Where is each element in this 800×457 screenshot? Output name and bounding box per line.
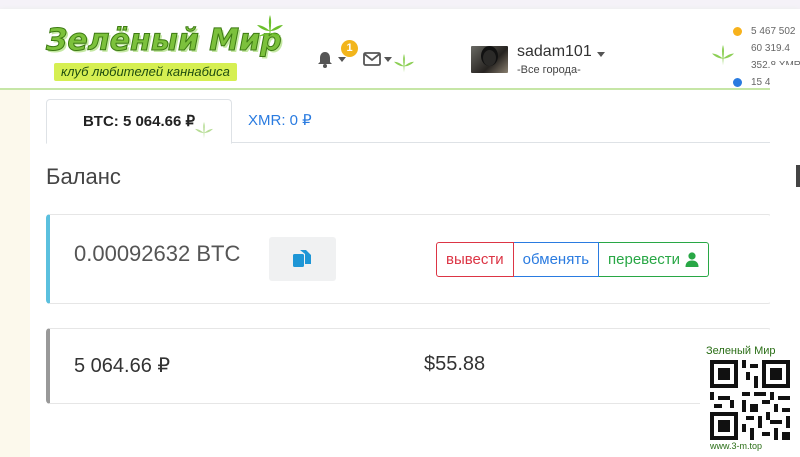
transfer-button-label: перевести <box>608 251 681 268</box>
logo-title: Зелёный Мир <box>46 23 283 59</box>
btc-balance-amount: 0.00092632 BTC <box>74 241 241 266</box>
logo-subtitle: клуб любителей каннабиса <box>54 63 237 81</box>
envelope-icon[interactable] <box>363 52 381 66</box>
page-title: Баланс <box>46 164 121 189</box>
cannabis-leaf-icon <box>394 54 414 73</box>
user-city: -Все города- <box>517 64 581 76</box>
rate-value: 5 467 502 <box>751 26 796 37</box>
main-content: BTC: 5 064.66 ₽ XMR: 0 ₽ Баланс 0.000926… <box>30 90 800 457</box>
cannabis-leaf-icon <box>257 15 283 39</box>
chevron-down-icon[interactable] <box>384 57 392 62</box>
rub-balance-amount: 5 064.66 ₽ <box>74 355 171 377</box>
username[interactable]: sadam101 <box>517 43 592 61</box>
balance-actions: вывести обменять перевести <box>436 242 710 277</box>
qr-title: Зеленый Мир <box>706 345 776 357</box>
side-panel-edge <box>796 165 800 187</box>
copy-icon <box>293 250 311 267</box>
notification-badge: 1 <box>341 40 358 57</box>
top-strip <box>0 0 800 9</box>
bell-icon[interactable] <box>317 51 333 68</box>
qr-watermark: Зеленый Мир www.3-m.top <box>700 345 800 457</box>
usd-balance-amount: $55.88 <box>424 353 486 375</box>
chevron-down-icon[interactable] <box>597 52 605 57</box>
site-logo[interactable]: Зелёный Мир клуб любителей каннабиса <box>46 15 286 85</box>
chevron-down-icon[interactable] <box>338 57 346 62</box>
qr-url: www.3-m.top <box>710 441 763 451</box>
right-gutter <box>770 65 800 367</box>
btc-coin-icon <box>733 27 742 36</box>
copy-button[interactable] <box>269 237 336 281</box>
fiat-balance-card: 5 064.66 ₽ $55.88 <box>46 328 772 404</box>
user-avatar[interactable] <box>471 46 508 73</box>
btc-balance-card: 0.00092632 BTC вывести обменять перевест… <box>46 214 772 304</box>
left-gutter <box>0 90 30 457</box>
m-coin-icon <box>733 78 742 87</box>
transfer-button[interactable]: перевести <box>599 242 710 277</box>
cannabis-leaf-icon <box>712 45 734 66</box>
withdraw-button[interactable]: вывести <box>436 242 514 277</box>
rate-value: 60 319.4 <box>751 43 790 54</box>
site-header: Зелёный Мир клуб любителей каннабиса 1 s… <box>0 9 800 90</box>
qr-code <box>710 360 790 440</box>
user-icon <box>685 252 699 267</box>
exchange-button[interactable]: обменять <box>513 242 600 277</box>
cannabis-leaf-icon <box>195 122 213 139</box>
tab-xmr[interactable]: XMR: 0 ₽ <box>248 99 312 142</box>
